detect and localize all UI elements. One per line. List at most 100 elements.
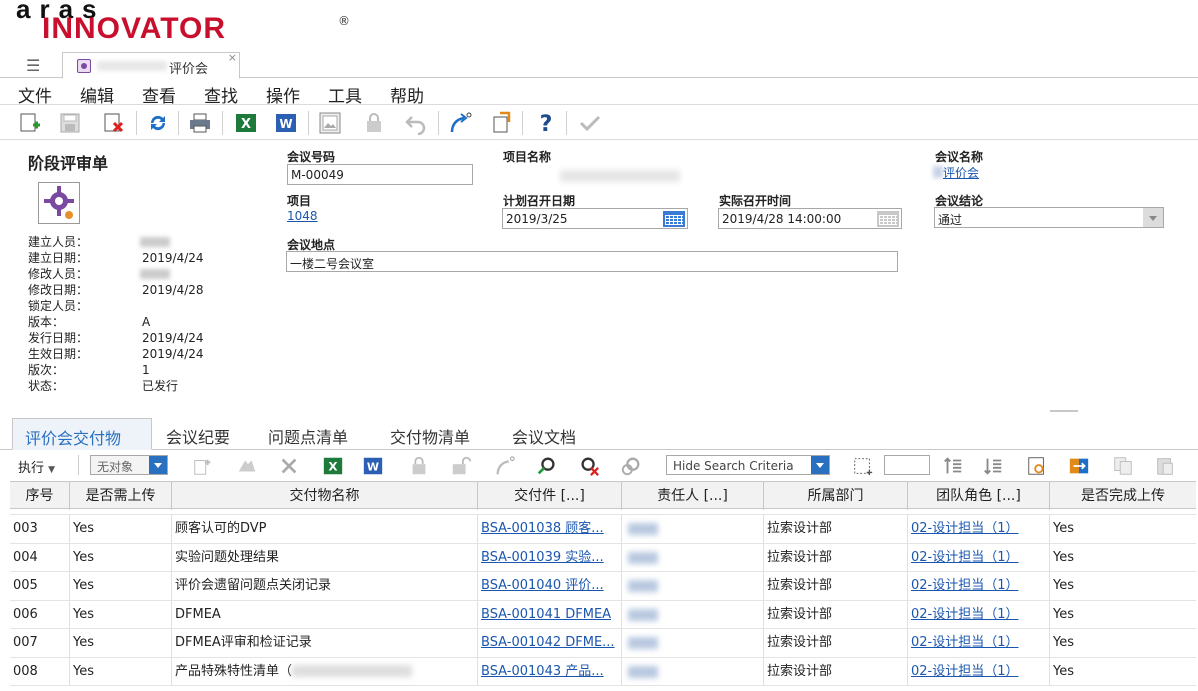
tab-issue-list[interactable]: 问题点清单 [268,418,348,450]
document-item-icon [77,59,91,73]
grid-toolbar: 执行 ▼ 无对象 X W Hide Search Criteria [0,450,1198,480]
table-row[interactable]: 004 Yes 实验问题处理结果 BSA-001039 实验... 拉索设计部 … [10,543,1196,572]
page-size-input[interactable] [884,455,930,475]
find-related-icon[interactable] [536,455,558,477]
actual-time-field[interactable]: 2019/4/28 14:00:00 [718,208,902,229]
cell-deliverable-doc-link[interactable]: BSA-001038 顾客... [478,515,622,543]
table-row[interactable]: 008 Yes 产品特殊特性清单（ BSA-001043 产品... 拉索设计部… [10,657,1196,686]
cell-team-role-link[interactable]: 02-设计担当（1） [908,600,1050,629]
delete-item-icon[interactable] [102,111,126,135]
cell-needs-upload: Yes [70,572,172,600]
cell-team-role-link[interactable]: 02-设计担当（1） [908,629,1050,657]
search-criteria-value: Hide Search Criteria [673,459,794,473]
undo-icon[interactable] [404,111,428,135]
sort-ascending-icon[interactable] [942,455,964,477]
redacted-owner [628,523,658,535]
copy-icon[interactable] [1112,455,1134,477]
meta-created-on: 建立日期： 2019/4/24 [28,250,248,266]
project-link[interactable]: 1048 [287,209,318,223]
redacted-owner [628,608,658,621]
conclusion-select[interactable]: 通过 [934,207,1164,228]
export-excel-icon[interactable]: X [322,455,344,477]
search-related-icon[interactable] [620,455,642,477]
tab-deliverables-list[interactable]: 交付物清单 [390,418,470,450]
preview-search-icon[interactable] [1026,455,1048,477]
cell-upload-done: Yes [1053,521,1074,536]
help-icon[interactable]: ? [534,111,558,135]
export-word-icon[interactable]: W [274,111,298,135]
lock-icon[interactable] [408,455,430,477]
toolbar-separator [136,111,137,135]
view-image-icon[interactable] [318,111,342,135]
chevron-down-icon[interactable] [149,456,167,474]
save-icon[interactable] [58,111,82,135]
refresh-icon[interactable] [146,111,170,135]
unlock-icon[interactable] [450,455,472,477]
location-field[interactable]: 一楼二号会议室 [286,251,898,272]
promote-icon[interactable] [494,455,516,477]
meeting-number-field[interactable]: M-00049 [287,164,473,185]
close-tab-icon[interactable]: × [228,51,237,64]
chevron-down-icon[interactable] [1143,208,1163,227]
calendar-icon[interactable] [663,211,685,227]
cell-deliverable-doc-link[interactable]: BSA-001041 DFMEA [478,600,622,629]
tab-meeting-documents[interactable]: 会议文档 [512,418,576,450]
execute-menu[interactable]: 执行 ▼ [18,457,55,476]
table-row[interactable]: 005 Yes 评价会遗留问题点关闭记录 BSA-001040 评价... 拉索… [10,572,1196,601]
add-row-icon[interactable] [192,455,214,477]
header-owner[interactable]: 责任人 [...] [622,482,764,510]
header-deliverable-doc[interactable]: 交付件 [...] [478,482,622,510]
header-seq[interactable]: 序号 [10,482,70,510]
table-row[interactable]: 007 Yes DFMEA评审和检证记录 BSA-001042 DFME... … [10,629,1196,658]
sort-descending-icon[interactable] [982,455,1004,477]
cell-owner [622,600,764,629]
export-word-icon[interactable]: W [362,455,384,477]
planned-date-value: 2019/3/25 [506,212,568,226]
header-deliverable-name[interactable]: 交付物名称 [172,482,478,510]
clear-related-icon[interactable] [578,455,600,477]
export-excel-icon[interactable]: X [234,111,258,135]
cell-team-role-link[interactable]: 02-设计担当（1） [908,515,1050,543]
redacted-user [140,269,170,279]
meta-value: A [142,315,151,329]
toolbar-separator [308,111,309,135]
cell-team-role-link[interactable]: 02-设计担当（1） [908,572,1050,600]
table-row[interactable]: 003 Yes 顾客认可的DVP BSA-001038 顾客... 拉索设计部 … [10,515,1196,544]
redacted-project-name [560,170,680,182]
cell-team-role-link[interactable]: 02-设计担当（1） [908,657,1050,686]
promote-icon[interactable] [448,111,472,135]
page-size-icon[interactable] [852,455,874,477]
compare-icon[interactable] [1068,455,1090,477]
header-needs-upload[interactable]: 是否需上传 [70,482,172,510]
meeting-name-link[interactable]: 评价会 [943,164,979,181]
pick-item-icon[interactable] [236,455,258,477]
tab-review-deliverables[interactable]: 评价会交付物 [12,418,152,450]
cell-upload-done: Yes [1053,606,1074,622]
cell-deliverable-doc-link[interactable]: BSA-001039 实验... [478,543,622,572]
copy-paste-icon[interactable] [490,111,514,135]
lock-icon[interactable] [362,111,386,135]
cell-deliverable-doc-link[interactable]: BSA-001040 评价... [478,572,622,600]
tab-meeting-minutes[interactable]: 会议纪要 [166,418,230,450]
delete-row-icon[interactable] [278,455,300,477]
header-team-role[interactable]: 团队角色 [...] [908,482,1050,510]
logo-registered-mark: ® [338,14,350,28]
hamburger-menu-icon[interactable]: ☰ [26,56,40,75]
new-item-icon[interactable] [18,111,42,135]
paste-icon[interactable] [1154,455,1176,477]
done-check-icon[interactable] [578,111,602,135]
table-row[interactable]: 006 Yes DFMEA BSA-001041 DFMEA 拉索设计部 02-… [10,600,1196,629]
cell-deliverable-doc-link[interactable]: BSA-001043 产品... [478,657,622,686]
cell-deliverable-doc-link[interactable]: BSA-001042 DFME... [478,629,622,657]
no-object-select[interactable]: 无对象 [90,455,168,475]
planned-date-field[interactable]: 2019/3/25 [502,208,688,229]
cell-team-role-link[interactable]: 02-设计担当（1） [908,543,1050,572]
document-tab[interactable]: 评价会 × [62,51,240,79]
cell-deliverable-name: 产品特殊特性清单（ [172,657,478,686]
search-criteria-select[interactable]: Hide Search Criteria [666,455,830,475]
chevron-down-icon[interactable] [811,456,829,474]
header-upload-done[interactable]: 是否完成上传 [1050,482,1196,510]
header-department[interactable]: 所属部门 [764,482,908,510]
svg-text:X: X [328,460,337,474]
print-icon[interactable] [188,111,212,135]
